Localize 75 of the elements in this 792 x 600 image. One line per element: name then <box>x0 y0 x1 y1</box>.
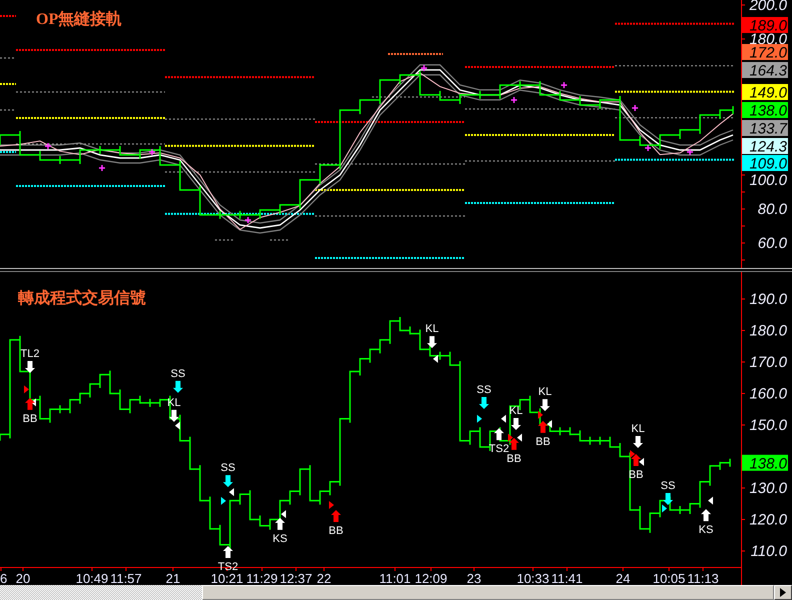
axis-label: 20 <box>16 571 30 585</box>
signal-label: KS <box>272 532 288 545</box>
axis-label: 110.0 <box>750 543 787 560</box>
level-line <box>270 239 290 240</box>
level-line <box>0 151 16 154</box>
axis-label: 11:41 <box>551 571 583 585</box>
axis-label: 11:01 <box>379 571 411 585</box>
cross-marker <box>44 142 52 150</box>
level-line <box>0 58 16 59</box>
signal-label: BB <box>328 525 344 538</box>
level-line <box>214 239 236 240</box>
level-line <box>0 15 16 18</box>
signal-label: SS <box>476 384 492 396</box>
axis-label: 10:49 <box>76 571 108 585</box>
chart-title: 轉成程式交易信號 <box>18 290 146 307</box>
axis-label: 24 <box>616 571 630 585</box>
axis-label: 100.0 <box>749 172 787 189</box>
price-tag: 149.0 <box>742 84 788 102</box>
level-line <box>388 52 443 55</box>
axis-label: 60.0 <box>758 235 787 252</box>
signal-label: KS <box>698 524 714 536</box>
scroll-right-button[interactable] <box>774 585 792 600</box>
axis-label: 120.0 <box>749 512 787 528</box>
price-tag: 164.3 <box>742 62 788 80</box>
price-tag: 133.7 <box>742 120 788 138</box>
cross-marker <box>560 81 568 89</box>
signal-label: BB <box>22 412 38 425</box>
axis-label: 11:13 <box>687 571 719 585</box>
axis-label: 22 <box>316 571 332 585</box>
signal-label: KL <box>538 386 552 398</box>
cross-marker <box>686 148 694 156</box>
axis-label: 10:21 <box>210 571 244 585</box>
price-tag: 124.3 <box>742 138 788 156</box>
axis-label: 150.0 <box>749 417 787 434</box>
level-line <box>0 110 16 111</box>
scrollbar-thumb[interactable] <box>202 585 774 600</box>
triangle-icon <box>780 588 786 597</box>
chart-title: OP無縫接軌 <box>36 11 122 28</box>
signal-label: SS <box>660 480 676 492</box>
cross-marker <box>244 216 252 224</box>
cross-marker <box>510 96 518 104</box>
cross-marker <box>420 64 428 72</box>
signal-label: BB <box>536 436 550 448</box>
axis-label: 130.0 <box>749 480 787 497</box>
cross-marker <box>631 104 639 112</box>
axis-label: 12:37 <box>280 571 312 585</box>
cross-marker <box>148 148 156 156</box>
axis-label: 180.0 <box>749 322 787 340</box>
price-tag: 189.0 <box>742 17 788 34</box>
signal-label: TL2 <box>20 348 40 360</box>
price-tag: 138.0 <box>742 102 788 120</box>
axis-label: 11:57 <box>110 571 142 585</box>
signal-label: KL <box>631 423 645 435</box>
axis-label: 80.0 <box>758 201 787 218</box>
price-tag: 172.0 <box>742 44 788 62</box>
axis-label: 11:29 <box>246 571 278 585</box>
axis-label: 23 <box>466 571 482 585</box>
cross-marker <box>98 164 106 172</box>
axis-label: 6 <box>0 571 8 585</box>
signal-label: BB <box>506 452 522 465</box>
price-tag: 109.0 <box>742 155 788 172</box>
axis-label: 12:09 <box>414 571 448 585</box>
cross-marker <box>644 144 652 152</box>
axis-label: 160.0 <box>749 386 787 402</box>
level-line <box>0 83 16 86</box>
signal-label: SS <box>220 462 236 474</box>
signal-label: KL <box>425 323 439 336</box>
axis-label: 10:33 <box>516 571 550 585</box>
axis-label: 170.0 <box>749 354 787 371</box>
axis-label: 190.0 <box>749 291 787 308</box>
axis-label: 21 <box>166 571 180 585</box>
price-tag: 138.0 <box>742 454 788 472</box>
signal-label: TS2 <box>488 443 510 456</box>
axis-label: 10:05 <box>652 571 686 585</box>
signal-label: SS <box>170 368 186 380</box>
